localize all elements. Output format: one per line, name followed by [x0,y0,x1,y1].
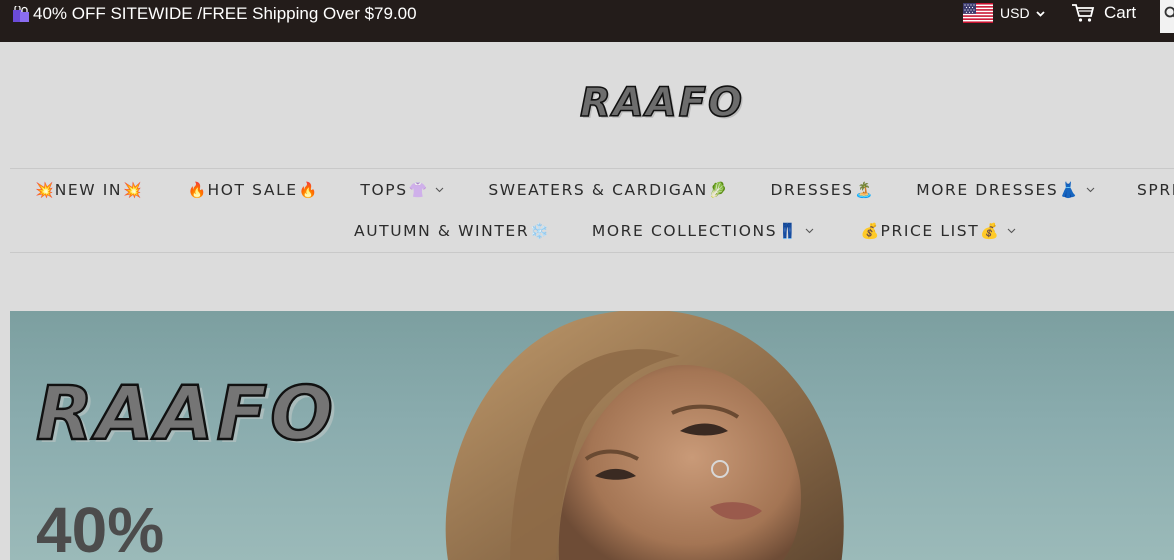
nav-item-sweaters-cardigan[interactable]: SWEATERS & CARDIGAN 🥬 [488,181,728,199]
fire-icon: 🔥 [187,181,207,199]
hero-discount-text: 40% [36,494,165,560]
nav-label: TOPS [360,181,408,199]
chevron-down-icon [435,187,444,193]
nav-label: PRICE LIST [880,222,980,240]
nav-label: NEW IN [54,181,123,199]
us-flag-icon [963,3,993,23]
nav-item-hot-sale[interactable]: 🔥 HOT SALE 🔥 [187,181,319,199]
cart-link[interactable]: Cart [1071,2,1136,24]
dress-icon: 👗 [1059,181,1078,199]
search-icon [1164,6,1174,18]
nav-label: AUTUMN & WINTER [354,222,530,240]
chevron-down-icon [1035,10,1045,17]
nav-label: DRESSES [770,181,854,199]
burst-icon: 💥 [35,181,54,199]
nav-divider-bottom [10,252,1174,253]
announcement-text: 40% OFF SITEWIDE /FREE Shipping Over $79… [33,4,417,23]
main-nav-row-1: 💥 NEW IN 💥 🔥 HOT SALE 🔥 TOPS 👚 SWEATERS … [34,178,1174,202]
cart-label: Cart [1104,3,1137,22]
hero-logo-text: RAAFO [35,371,336,457]
cart-icon [1072,4,1095,22]
main-nav-row-2: AUTUMN & WINTER ❄️ MORE COLLECTIONS 👖 💰 … [354,219,1016,243]
nav-label: MORE DRESSES [916,181,1059,199]
money-bag-icon: 💰 [860,222,880,240]
chevron-down-icon [805,228,814,234]
announcement: 40% OFF SITEWIDE /FREE Shipping Over $79… [13,4,417,24]
blouse-icon: 👚 [408,181,428,199]
nav-item-new-in[interactable]: 💥 NEW IN 💥 [34,181,143,199]
search-button[interactable] [1160,0,1174,33]
money-bag-icon: 💰 [980,222,999,240]
announcement-bar: 40% OFF SITEWIDE /FREE Shipping Over $79… [0,0,1174,42]
chevron-down-icon [1007,228,1016,234]
nav-item-more-collections[interactable]: MORE COLLECTIONS 👖 [592,222,814,240]
nav-label: SWEATERS & CARDIGAN [488,181,708,199]
shopping-bags-icon [13,6,29,22]
site-logo[interactable]: RAAFO [540,79,784,127]
jeans-icon: 👖 [778,222,797,240]
snowflake-icon: ❄️ [530,222,549,240]
nav-item-price-list[interactable]: 💰 PRICE LIST 💰 [860,222,1016,240]
chevron-down-icon [1086,187,1095,193]
currency-code: USD [1000,5,1030,21]
palm-island-icon: 🏝️ [854,181,874,199]
nav-item-more-dresses[interactable]: MORE DRESSES 👗 [916,181,1095,199]
fire-icon: 🔥 [298,181,318,199]
nav-label: HOT SALE [207,181,298,199]
nav-item-tops[interactable]: TOPS 👚 [360,181,444,199]
burst-icon: 💥 [123,181,142,199]
nav-item-dresses[interactable]: DRESSES 🏝️ [771,181,875,199]
nav-item-autumn-winter[interactable]: AUTUMN & WINTER ❄️ [354,222,550,240]
nav-item-spring[interactable]: SPRING & [1137,181,1174,199]
hero-model-photo [445,311,844,560]
nav-divider-top [10,168,1174,169]
leafy-green-icon: 🥬 [708,181,728,199]
currency-selector[interactable]: USD [963,2,1045,24]
nav-label: MORE COLLECTIONS [591,222,778,240]
nav-label: SPRING & [1136,181,1174,199]
hero-banner[interactable]: RAAFO 40% [10,311,1174,560]
